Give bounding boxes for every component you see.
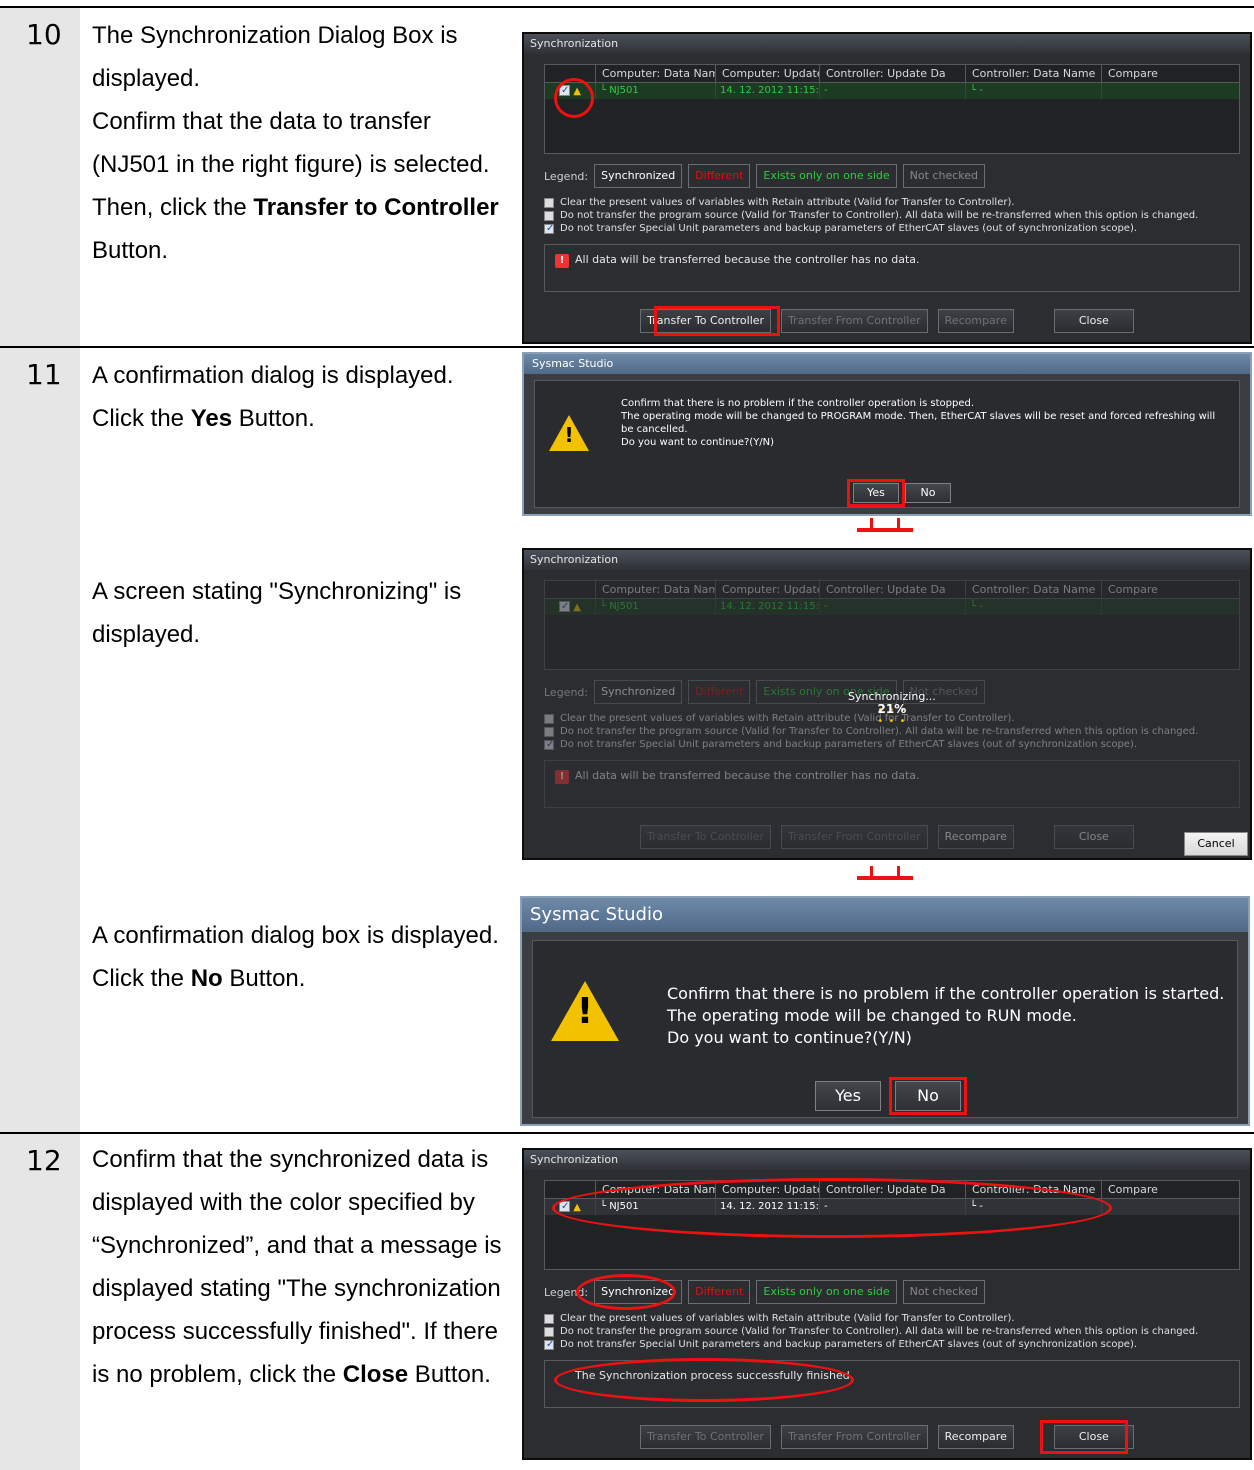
cancel-button[interactable]: Cancel xyxy=(1184,832,1248,856)
step-11-description-a: A confirmation dialog is displayed. Clic… xyxy=(92,362,454,432)
sync-dialog-progress: Synchronization Computer: Data Name Comp… xyxy=(522,548,1252,860)
highlight-box xyxy=(889,1077,967,1115)
no-button[interactable]: No xyxy=(905,483,951,503)
step-10-description: The Synchronization Dialog Box is displa… xyxy=(92,22,499,264)
message-box: ! All data will be transferred because th… xyxy=(544,244,1240,292)
step-number: 10 xyxy=(26,18,62,51)
step-number-column: 11 xyxy=(0,348,80,1132)
retain-checkbox[interactable] xyxy=(544,1313,554,1324)
recompare-button[interactable]: Recompare xyxy=(937,309,1014,333)
table-row[interactable]: ▲ └ NJ501 14. 12. 2012 11:15:09 - └ - xyxy=(545,83,1239,99)
sync-dialog-initial: Synchronization Computer: Data Name Comp… xyxy=(522,32,1252,344)
highlight-box xyxy=(847,479,905,507)
data-grid: Computer: Data Name Computer: Update Da … xyxy=(544,64,1240,154)
options-list: Clear the present values of variables wi… xyxy=(544,196,1198,235)
highlight-circle xyxy=(554,78,594,118)
program-source-checkbox[interactable] xyxy=(544,1326,554,1337)
options-list: Clear the present values of variables wi… xyxy=(544,1312,1198,1351)
dialog-title: Synchronization xyxy=(524,1150,1250,1170)
retain-checkbox[interactable] xyxy=(544,197,554,208)
yes-button[interactable]: Yes xyxy=(815,1081,881,1111)
confirm-start-dialog: Sysmac Studio ! Confirm that there is no… xyxy=(520,896,1250,1126)
step-11-row: 11 A confirmation dialog is displayed. C… xyxy=(0,346,1254,1132)
step-number-column: 12 xyxy=(0,1134,80,1470)
progress-indicator: Synchronizing... • • • 21% • • • xyxy=(848,690,936,727)
transfer-to-controller-button[interactable]: Transfer To Controller xyxy=(640,1425,772,1449)
dialog-title: Sysmac Studio xyxy=(524,354,1250,374)
highlight-message-ellipse xyxy=(554,1358,854,1402)
confirm-stop-dialog: Sysmac Studio ! Confirm that there is no… xyxy=(522,352,1252,516)
program-source-checkbox[interactable] xyxy=(544,210,554,221)
transfer-from-controller-button[interactable]: Transfer From Controller xyxy=(781,309,928,333)
close-button[interactable]: Close xyxy=(1053,309,1134,333)
dialog-title: Synchronization xyxy=(524,34,1250,54)
special-unit-checkbox[interactable] xyxy=(544,222,554,235)
legend: Legend: Synchronized Different Exists on… xyxy=(544,164,985,188)
step-number: 11 xyxy=(26,358,62,391)
step-12-row: 12 Confirm that the synchronized data is… xyxy=(0,1132,1254,1470)
sync-dialog-finished: Synchronization Computer: Data Name Comp… xyxy=(522,1148,1252,1460)
recompare-button[interactable]: Recompare xyxy=(937,1425,1014,1449)
error-icon: ! xyxy=(555,254,569,268)
progress-value: 21% xyxy=(877,702,907,716)
step-11-description-b: A screen stating "Synchronizing" is disp… xyxy=(92,578,462,648)
dialog-title: Sysmac Studio xyxy=(522,898,1248,932)
highlight-box xyxy=(1040,1420,1128,1454)
down-arrow-icon xyxy=(857,866,913,880)
down-arrow-icon xyxy=(857,518,913,532)
step-10-row: 10 The Synchronization Dialog Box is dis… xyxy=(0,6,1254,346)
highlight-row-ellipse xyxy=(552,1178,1112,1238)
transfer-from-controller-button[interactable]: Transfer From Controller xyxy=(781,1425,928,1449)
step-number: 12 xyxy=(26,1144,62,1177)
highlight-box xyxy=(654,306,780,336)
step-12-description: Confirm that the synchronized data is di… xyxy=(92,1146,502,1388)
special-unit-checkbox[interactable] xyxy=(544,1338,554,1351)
step-11-description-c: A confirmation dialog box is displayed. … xyxy=(92,922,499,992)
step-number-column: 10 xyxy=(0,8,80,346)
highlight-legend-ellipse xyxy=(576,1274,676,1310)
dialog-title: Synchronization xyxy=(524,550,1250,570)
